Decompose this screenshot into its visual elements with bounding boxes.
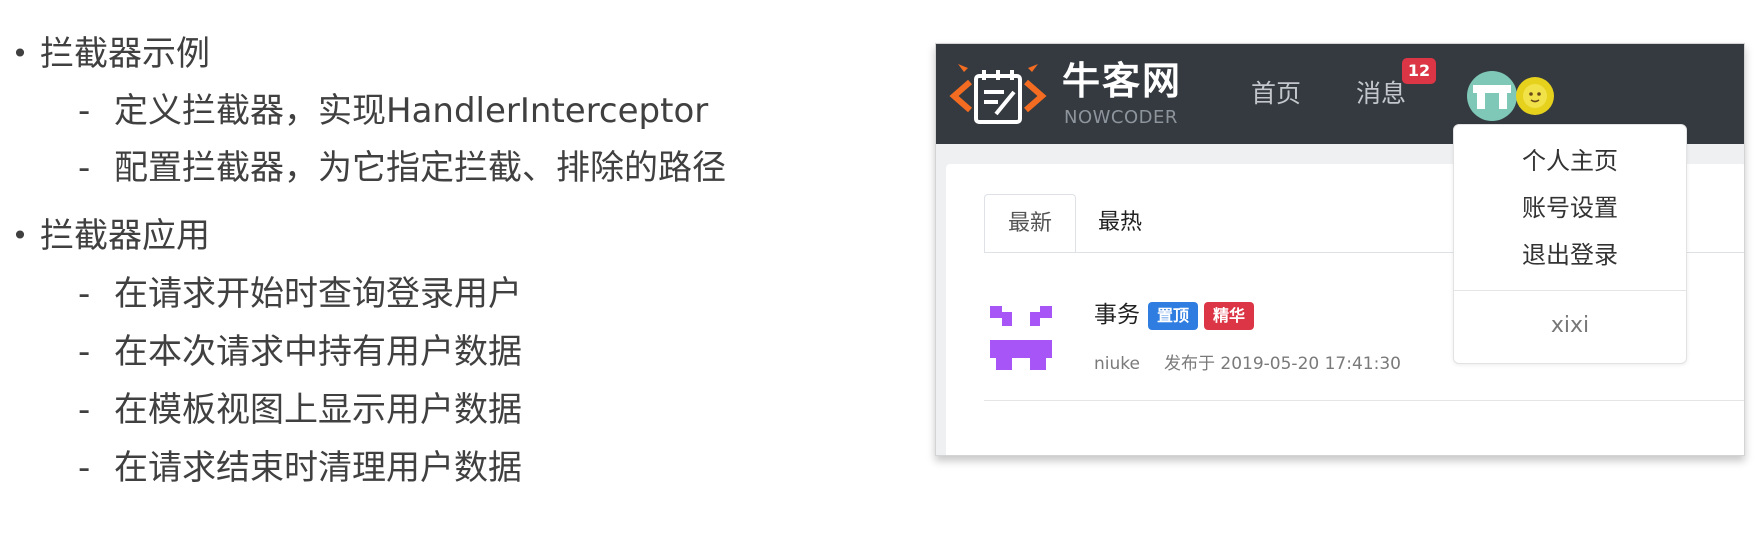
outline-text: 拦截器应用 xyxy=(40,216,210,256)
outline-text: 在请求开始时查询登录用户 xyxy=(114,274,522,314)
outline-item: • 拦截器应用 xyxy=(0,214,210,258)
bullet-marker: • xyxy=(11,219,29,252)
small-avatar-icon[interactable] xyxy=(1516,77,1554,115)
menu-item-account-settings[interactable]: 账号设置 xyxy=(1454,192,1686,224)
dropdown-username: xixi xyxy=(1550,313,1590,338)
dash-marker: - xyxy=(78,148,91,188)
user-avatar-icon[interactable] xyxy=(1467,71,1517,121)
menu-item-logout[interactable]: 退出登录 xyxy=(1454,239,1686,271)
outline-text: 在模板视图上显示用户数据 xyxy=(114,390,522,430)
outline-subitem: - 配置拦截器，为它指定拦截、排除的路径 xyxy=(78,146,726,190)
avatar-face xyxy=(1523,84,1547,108)
dropdown-divider xyxy=(1454,290,1686,291)
brand-name[interactable]: 牛客网 xyxy=(1062,58,1182,104)
tab-latest[interactable]: 最新 xyxy=(984,194,1076,253)
post-author-avatar-icon[interactable] xyxy=(988,304,1054,372)
outline-text: 配置拦截器，为它指定拦截、排除的路径 xyxy=(114,148,726,188)
brand-subtitle: NOWCODER xyxy=(1064,107,1178,128)
menu-item-profile[interactable]: 个人主页 xyxy=(1454,145,1686,177)
dash-marker: - xyxy=(78,390,91,430)
dash-marker: - xyxy=(78,274,91,314)
outline-subitem: - 在模板视图上显示用户数据 xyxy=(78,388,522,432)
nav-home-link[interactable]: 首页 xyxy=(1251,78,1301,110)
outline-text: 在本次请求中持有用户数据 xyxy=(114,332,522,372)
post-timestamp: 发布于 2019-05-20 17:41:30 xyxy=(1164,354,1401,374)
tag-pinned: 置顶 xyxy=(1148,302,1198,330)
bullet-marker: • xyxy=(11,37,29,70)
dash-marker: - xyxy=(78,448,91,488)
nav-messages-link[interactable]: 消息 xyxy=(1356,78,1406,110)
nowcoder-logo-icon xyxy=(949,64,1047,124)
slide-outline: • 拦截器示例 - 定义拦截器，实现HandlerInterceptor - 配… xyxy=(0,0,900,554)
outline-text: 拦截器示例 xyxy=(40,34,210,74)
post-title[interactable]: 事务 xyxy=(1094,300,1140,330)
dash-marker: - xyxy=(78,91,91,131)
outline-text: 在请求结束时清理用户数据 xyxy=(114,448,522,488)
post-author: niuke xyxy=(1094,354,1140,374)
user-dropdown-menu: 个人主页 账号设置 退出登录 xixi xyxy=(1453,124,1687,364)
tab-hottest[interactable]: 最热 xyxy=(1098,194,1142,252)
tag-featured: 精华 xyxy=(1204,302,1254,330)
post-divider xyxy=(984,400,1744,401)
dash-marker: - xyxy=(78,332,91,372)
website-screenshot: 牛客网 NOWCODER 首页 消息 12 最新 最热 事务 置顶 精华 niu… xyxy=(935,43,1745,456)
outline-subitem: - 在本次请求中持有用户数据 xyxy=(78,330,522,374)
outline-subitem: - 在请求结束时清理用户数据 xyxy=(78,446,522,490)
outline-text: 定义拦截器，实现HandlerInterceptor xyxy=(114,91,709,131)
outline-item: • 拦截器示例 xyxy=(0,32,210,76)
outline-subitem: - 在请求开始时查询登录用户 xyxy=(78,272,522,316)
avatar-pattern xyxy=(1473,85,1511,109)
outline-subitem: - 定义拦截器，实现HandlerInterceptor xyxy=(78,89,708,133)
message-count-badge: 12 xyxy=(1402,58,1436,84)
